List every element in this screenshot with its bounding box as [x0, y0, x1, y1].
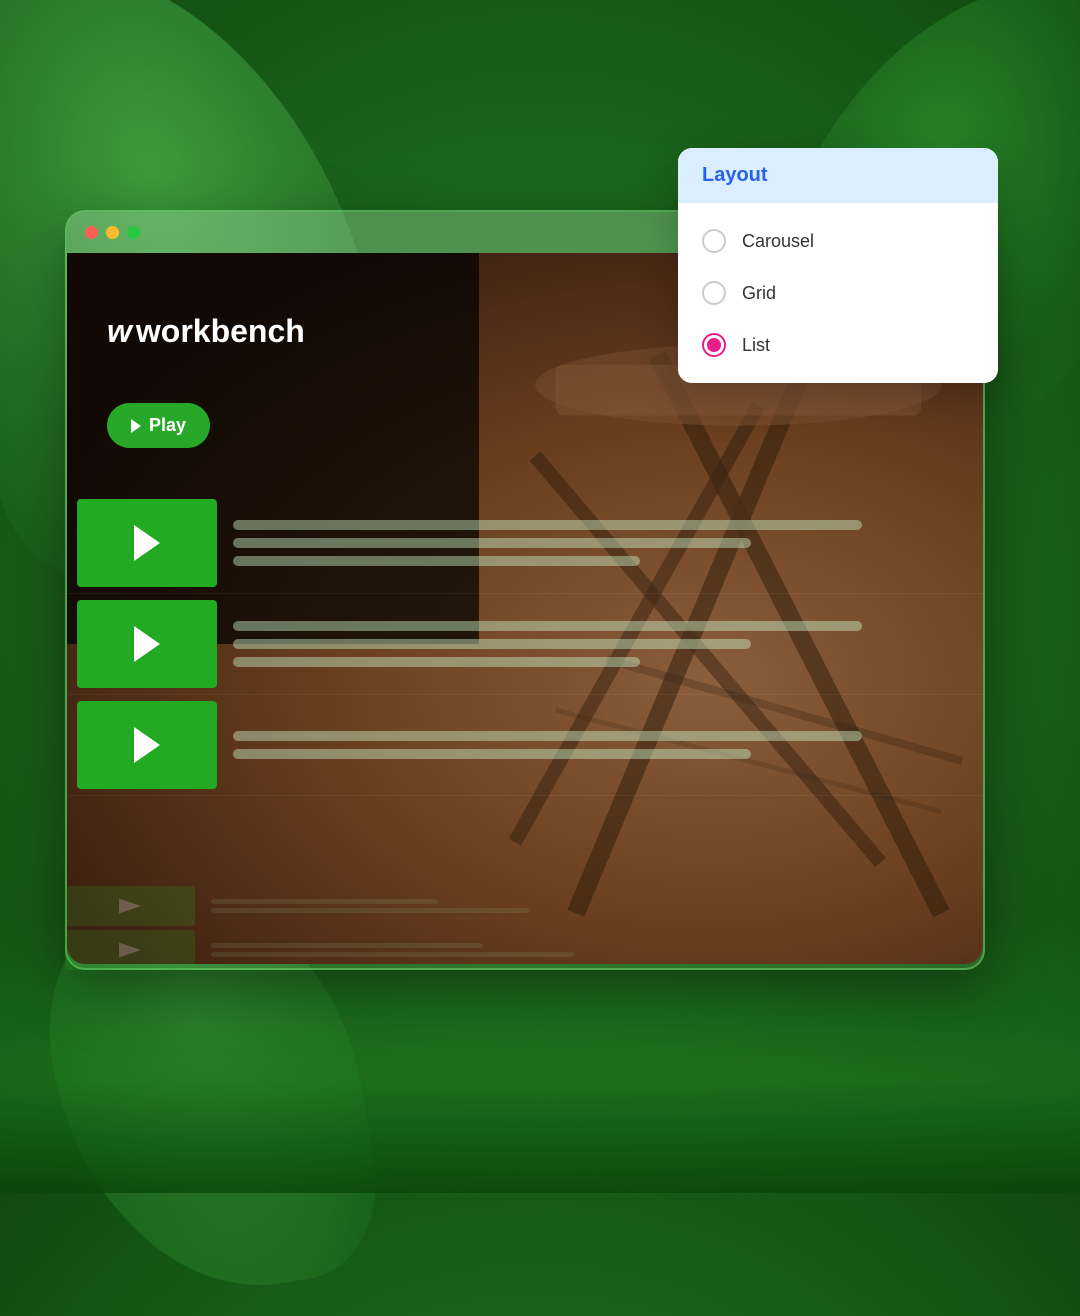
layout-panel-header: Layout	[678, 148, 998, 203]
list-item[interactable]	[67, 594, 983, 695]
list-item-3-text	[233, 731, 973, 759]
reflection-lines	[211, 943, 665, 957]
layout-options: Carousel Grid List	[678, 203, 998, 383]
layout-option-carousel[interactable]: Carousel	[678, 215, 998, 267]
text-line	[233, 749, 751, 759]
radio-carousel[interactable]	[702, 229, 726, 253]
list-item[interactable]	[67, 695, 983, 796]
list-item[interactable]	[67, 493, 983, 594]
play-icon	[134, 626, 160, 662]
list-item-2-text	[233, 621, 973, 667]
logo-text: workbench	[136, 313, 305, 350]
text-line	[233, 538, 751, 548]
reflection-line	[211, 952, 574, 957]
play-icon	[134, 525, 160, 561]
reflection-play-icon	[119, 943, 141, 958]
radio-list-selected-dot	[707, 338, 721, 352]
radio-grid[interactable]	[702, 281, 726, 305]
play-icon	[134, 727, 160, 763]
play-icon	[131, 419, 141, 433]
text-line	[233, 657, 640, 667]
reflection-line	[211, 908, 529, 913]
carousel-label: Carousel	[742, 231, 814, 252]
text-line	[233, 621, 862, 631]
logo-w-icon: w	[107, 313, 132, 350]
text-line	[233, 556, 640, 566]
traffic-light-red[interactable]	[85, 226, 98, 239]
layout-panel: Layout Carousel Grid List	[678, 148, 998, 383]
traffic-light-yellow[interactable]	[106, 226, 119, 239]
logo-area: wworkbench	[107, 313, 305, 350]
list-item-3-thumbnail[interactable]	[77, 701, 217, 789]
play-label: Play	[149, 415, 186, 436]
layout-option-grid[interactable]: Grid	[678, 267, 998, 319]
radio-list[interactable]	[702, 333, 726, 357]
reflection-line	[211, 943, 483, 948]
text-line	[233, 520, 862, 530]
reflection-thumb	[65, 886, 195, 926]
text-line	[233, 639, 751, 649]
list-item-1-thumbnail[interactable]	[77, 499, 217, 587]
grid-label: Grid	[742, 283, 776, 304]
reflection-lines	[211, 899, 665, 913]
text-line	[233, 731, 862, 741]
layout-option-list[interactable]: List	[678, 319, 998, 371]
list-label: List	[742, 335, 770, 356]
play-button[interactable]: Play	[107, 403, 210, 448]
reflection-item-2	[65, 886, 665, 926]
list-item-1-text	[233, 520, 973, 566]
reflection-play-icon	[119, 899, 141, 914]
window-reflection	[65, 882, 665, 970]
traffic-light-green[interactable]	[127, 226, 140, 239]
reflection-line	[211, 899, 438, 904]
reflection-item-1	[65, 930, 665, 970]
list-item-2-thumbnail[interactable]	[77, 600, 217, 688]
reflection-thumb	[65, 930, 195, 970]
